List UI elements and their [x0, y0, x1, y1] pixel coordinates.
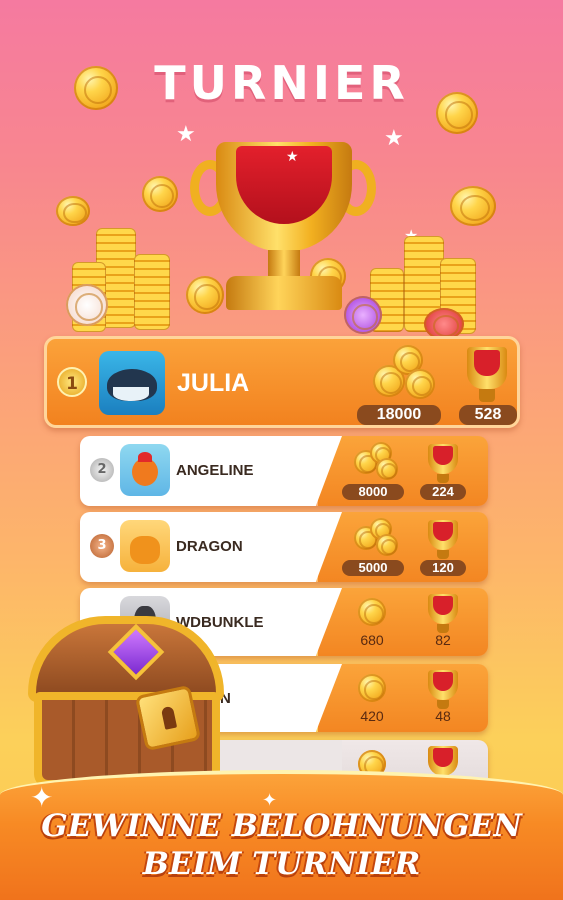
trophy-count: 120: [420, 560, 466, 576]
avatar: [120, 520, 170, 572]
banner-subheadline: BEIM TURNIER: [142, 846, 421, 882]
trophy-base: [226, 276, 342, 310]
coin-stack-icon: [134, 254, 170, 330]
trophy-star-icon: ★: [286, 149, 299, 165]
player-name: JULIA: [177, 369, 250, 397]
trophy-count: 82: [435, 632, 451, 648]
player-name: DRAGON: [176, 538, 243, 555]
trophy-icon: [428, 594, 458, 633]
trophy-icon: [428, 520, 458, 559]
trophy-icon: [428, 670, 458, 709]
coins-count: 420: [360, 708, 384, 724]
floating-coin-icon: [142, 176, 178, 212]
trophy-icon: [467, 347, 507, 402]
floating-coin-icon: [186, 276, 224, 314]
coins-count: 8000: [342, 484, 404, 500]
floating-coin-icon: [450, 186, 496, 226]
page-title: TURNIER: [154, 56, 409, 110]
player-name: ANGELINE: [176, 462, 254, 479]
leaderboard-row-first[interactable]: 1 JULIA 18000 528: [44, 336, 520, 428]
padlock-icon: [134, 684, 202, 752]
coin-pile-icon: [376, 458, 398, 480]
floating-coin-icon: [56, 196, 90, 226]
badge-w-icon: [66, 284, 108, 326]
coin-icon: [358, 598, 386, 626]
coin-pile-icon: [376, 534, 398, 556]
coins-count: 5000: [342, 560, 404, 576]
trophy-count: 224: [420, 484, 466, 500]
leaderboard-row[interactable]: 3 DRAGON 5000 120: [80, 512, 488, 582]
trophy-count: 48: [435, 708, 451, 724]
trophy-icon: [428, 444, 458, 483]
bronze-medal-icon: 3: [90, 534, 114, 558]
avatar: [99, 351, 165, 415]
silver-medal-icon: 2: [90, 458, 114, 482]
badge-search-icon: [344, 296, 382, 334]
coin-icon: [358, 674, 386, 702]
avatar: [120, 444, 170, 496]
coin-pile-icon: [405, 369, 435, 399]
sparkle-star-icon: ★: [384, 126, 404, 151]
coins-count: 18000: [357, 405, 441, 425]
coins-count: 680: [360, 632, 384, 648]
leaderboard-row[interactable]: 2 ANGELINE 8000 224: [80, 436, 488, 506]
trophy-icon: [428, 746, 458, 785]
sparkle-star-icon: ★: [176, 122, 196, 147]
trophy-count: 528: [459, 405, 517, 425]
banner-headline: GEWINNE BELOHNUNGEN: [41, 808, 522, 844]
gold-medal-icon: 1: [57, 367, 87, 397]
